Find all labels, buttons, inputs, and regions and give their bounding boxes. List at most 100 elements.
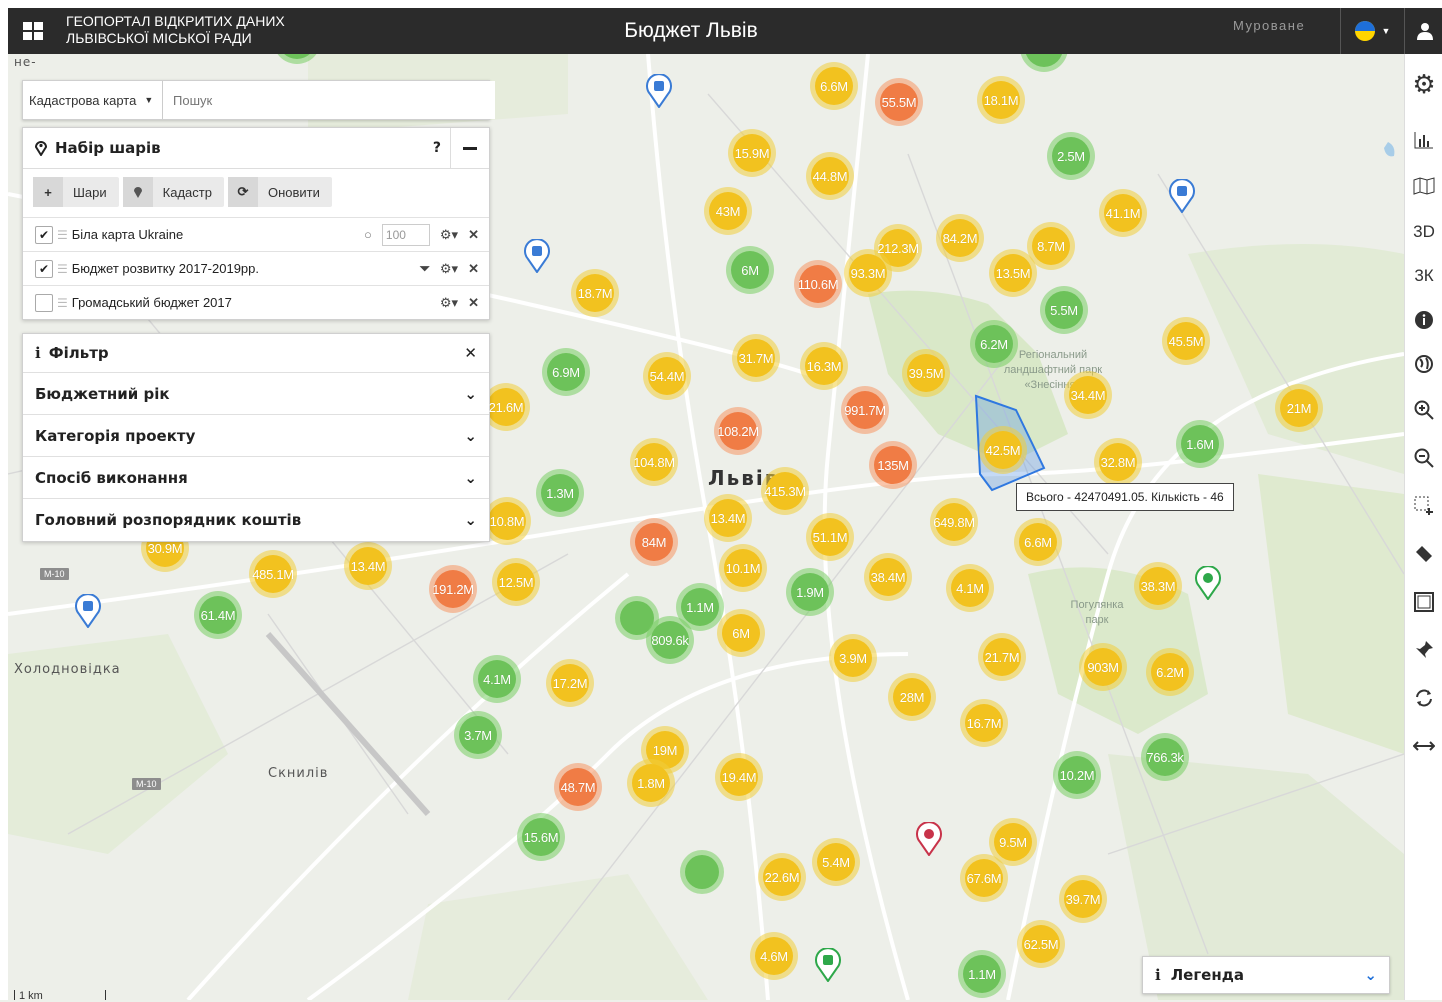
budget-cluster-marker[interactable]: 4.1M bbox=[946, 564, 994, 612]
close-icon[interactable]: ✕ bbox=[468, 261, 479, 277]
settings-icon[interactable]: ⚙ bbox=[1405, 62, 1442, 106]
budget-cluster-marker[interactable]: 6.2M bbox=[1146, 648, 1194, 696]
close-filter-button[interactable]: ✕ bbox=[464, 344, 477, 362]
budget-cluster-marker[interactable]: 93.3M bbox=[844, 249, 892, 297]
budget-cluster-marker[interactable]: 17.2M bbox=[546, 659, 594, 707]
budget-cluster-marker[interactable]: 16.3M bbox=[800, 342, 848, 390]
globe-icon[interactable] bbox=[1405, 344, 1442, 384]
budget-cluster-marker[interactable]: 766.3k bbox=[1141, 733, 1189, 781]
bus-pin-icon[interactable] bbox=[815, 947, 841, 983]
budget-cluster-marker[interactable]: 485.1M bbox=[249, 550, 297, 598]
budget-cluster-marker[interactable]: 16.7M bbox=[960, 699, 1008, 747]
budget-cluster-marker[interactable]: 62.5M bbox=[1017, 920, 1065, 968]
close-icon[interactable]: ✕ bbox=[468, 295, 479, 311]
budget-cluster-marker[interactable]: 32.8M bbox=[1094, 438, 1142, 486]
budget-cluster-marker[interactable]: 28M bbox=[888, 673, 936, 721]
info-icon[interactable] bbox=[1405, 300, 1442, 340]
budget-cluster-marker[interactable]: 991.7M bbox=[841, 386, 889, 434]
gear-dropdown-icon[interactable]: ⚙▾ bbox=[440, 261, 458, 277]
refresh-button[interactable]: ⟳ Оновити bbox=[227, 177, 332, 207]
budget-cluster-marker[interactable]: 45.5M bbox=[1162, 317, 1210, 365]
budget-cluster-marker[interactable]: 51.1M bbox=[806, 513, 854, 561]
budget-cluster-marker[interactable]: 34.4M bbox=[1064, 371, 1112, 419]
budget-cluster-marker[interactable]: 38.3M bbox=[1134, 562, 1182, 610]
transit-pin-icon[interactable] bbox=[1169, 178, 1195, 214]
budget-cluster-marker[interactable]: 3.9M bbox=[829, 634, 877, 682]
budget-cluster-marker[interactable]: 191.2M bbox=[429, 565, 477, 613]
map-icon[interactable] bbox=[1405, 166, 1442, 206]
budget-cluster-marker[interactable]: 43M bbox=[704, 187, 752, 235]
budget-cluster-marker[interactable]: 21M bbox=[1275, 384, 1323, 432]
gear-dropdown-icon[interactable]: ⚙▾ bbox=[440, 227, 458, 243]
budget-cluster-marker[interactable]: 84M bbox=[630, 518, 678, 566]
layer-checkbox[interactable] bbox=[35, 293, 53, 312]
budget-cluster-marker[interactable]: 19.4M bbox=[715, 753, 763, 801]
drag-handle-icon[interactable]: ☰ bbox=[57, 262, 68, 276]
budget-cluster-marker[interactable]: 2.5M bbox=[1047, 132, 1095, 180]
budget-cluster-marker[interactable]: 15.9M bbox=[728, 129, 776, 177]
budget-cluster-marker[interactable]: 54.4M bbox=[643, 352, 691, 400]
map-type-select[interactable]: Кадастрова карта ▼ bbox=[23, 81, 163, 119]
user-menu-button[interactable] bbox=[1404, 8, 1442, 54]
help-button[interactable]: ? bbox=[433, 140, 441, 156]
budget-cluster-marker[interactable]: 1.8M bbox=[627, 759, 675, 807]
budget-cluster-marker[interactable]: 6.2M bbox=[970, 320, 1018, 368]
budget-cluster-marker[interactable]: 67.6M bbox=[960, 854, 1008, 902]
budget-cluster-marker[interactable]: 809.6k bbox=[646, 616, 694, 664]
budget-cluster-marker[interactable]: 12.5M bbox=[492, 558, 540, 606]
drag-handle-icon[interactable]: ☰ bbox=[57, 228, 68, 242]
budget-cluster-marker[interactable]: 110.6M bbox=[794, 260, 842, 308]
filter-budget-year[interactable]: Бюджетний рік ⌄ bbox=[23, 372, 489, 414]
refresh-icon[interactable] bbox=[1405, 678, 1442, 718]
budget-cluster-marker[interactable] bbox=[680, 850, 724, 894]
budget-cluster-marker[interactable]: 48.7M bbox=[554, 763, 602, 811]
transit-pin-icon[interactable] bbox=[524, 238, 550, 274]
budget-cluster-marker[interactable]: 55.5M bbox=[875, 78, 923, 126]
ruler-icon[interactable] bbox=[1405, 534, 1442, 574]
budget-cluster-marker[interactable]: 104.8M bbox=[630, 438, 678, 486]
layer-checkbox[interactable]: ✔ bbox=[35, 259, 53, 278]
budget-cluster-marker[interactable]: 1.3M bbox=[536, 469, 584, 517]
budget-cluster-marker[interactable]: 1.1M bbox=[958, 950, 1006, 998]
swap-icon[interactable] bbox=[1405, 726, 1442, 766]
3k-button[interactable]: 3К bbox=[1405, 256, 1442, 296]
budget-cluster-marker[interactable]: 13.4M bbox=[344, 542, 392, 590]
cadastre-button[interactable]: Кадастр bbox=[122, 177, 224, 207]
budget-cluster-marker[interactable]: 39.7M bbox=[1059, 875, 1107, 923]
layer-checkbox[interactable]: ✔ bbox=[35, 225, 53, 244]
search-input[interactable] bbox=[165, 81, 495, 119]
budget-cluster-marker[interactable]: 84.2M bbox=[936, 214, 984, 262]
budget-cluster-marker[interactable]: 108.2M bbox=[714, 407, 762, 455]
park-pin-icon[interactable] bbox=[1195, 565, 1221, 601]
budget-cluster-marker[interactable]: 22.6M bbox=[758, 853, 806, 901]
collapse-panel-button[interactable] bbox=[450, 128, 489, 168]
budget-cluster-marker[interactable]: 13.4M bbox=[704, 494, 752, 542]
budget-cluster-marker[interactable]: 6.6M bbox=[810, 62, 858, 110]
budget-cluster-marker[interactable]: 1.9M bbox=[786, 568, 834, 616]
pin-icon[interactable] bbox=[1405, 630, 1442, 670]
budget-cluster-marker[interactable]: 13.5M bbox=[989, 249, 1037, 297]
budget-cluster-marker[interactable]: 6M bbox=[717, 609, 765, 657]
select-area-icon[interactable] bbox=[1405, 486, 1442, 526]
budget-cluster-marker[interactable]: 41.1M bbox=[1099, 189, 1147, 237]
playground-pin-icon[interactable] bbox=[916, 821, 942, 857]
budget-cluster-marker[interactable]: 5.4M bbox=[812, 838, 860, 886]
budget-cluster-marker[interactable]: 135M bbox=[869, 441, 917, 489]
budget-cluster-marker[interactable]: 6.6M bbox=[1014, 518, 1062, 566]
budget-cluster-marker[interactable]: 44.8M bbox=[806, 152, 854, 200]
budget-cluster-marker[interactable]: 6M bbox=[726, 246, 774, 294]
opacity-input[interactable] bbox=[381, 223, 430, 246]
budget-cluster-marker[interactable]: 1.6M bbox=[1176, 420, 1224, 468]
budget-cluster-marker[interactable]: 415.3M bbox=[761, 467, 809, 515]
close-icon[interactable]: ✕ bbox=[468, 227, 479, 243]
budget-cluster-marker[interactable]: 31.7M bbox=[732, 334, 780, 382]
filter-project-category[interactable]: Категорія проекту ⌄ bbox=[23, 414, 489, 456]
budget-cluster-marker[interactable]: 38.4M bbox=[864, 553, 912, 601]
add-layers-button[interactable]: + Шари bbox=[33, 177, 119, 207]
chart-icon[interactable] bbox=[1405, 120, 1442, 160]
budget-cluster-marker[interactable]: 18.1M bbox=[977, 76, 1025, 124]
budget-cluster-marker[interactable]: 42.5M bbox=[979, 426, 1027, 474]
filter-icon[interactable]: ⏷ bbox=[420, 261, 430, 277]
budget-cluster-marker[interactable]: 61.4M bbox=[194, 591, 242, 639]
zoom-out-icon[interactable] bbox=[1405, 438, 1442, 478]
